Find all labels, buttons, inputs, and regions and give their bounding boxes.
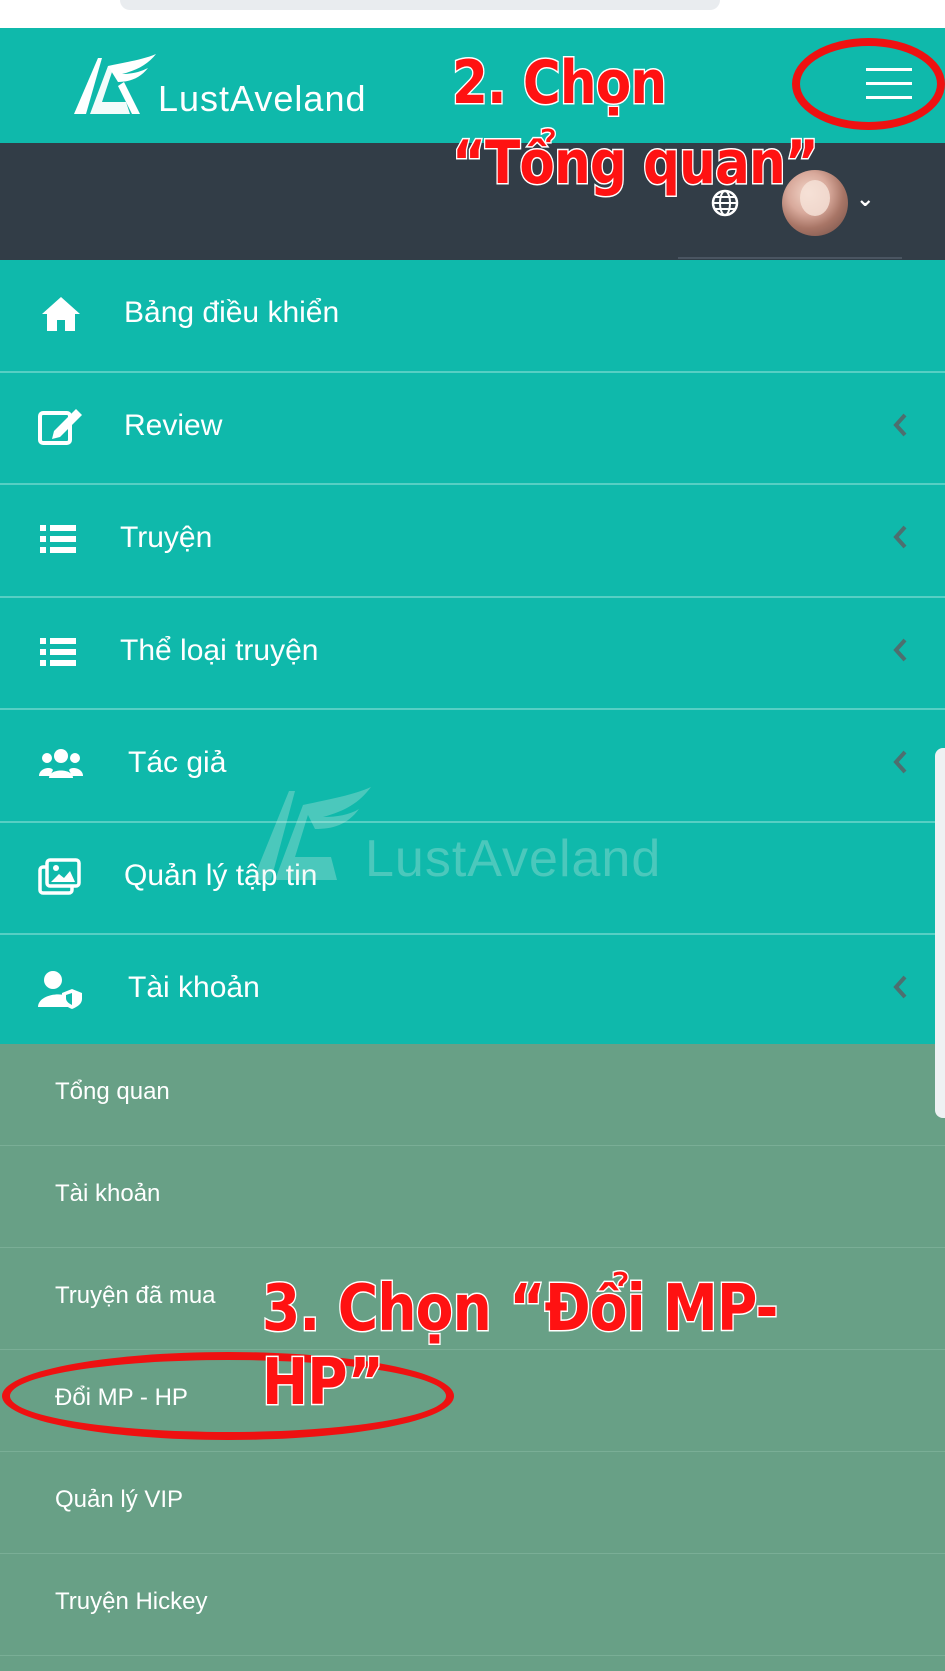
watermark: LustAveland [245,785,705,888]
annotation-step-2: 2. Chọn [451,47,669,120]
sidebar-item-label: Tài khoản [128,971,260,1004]
site-logo[interactable]: LustAveland [68,52,398,122]
sidebar-item-review[interactable]: Review [0,372,945,485]
chevron-left-icon [893,750,907,774]
chevron-down-icon[interactable]: ⌄ [856,186,874,212]
home-icon [42,297,80,331]
submenu-item-label: Truyện đã mua [55,1282,216,1309]
browser-toolbar [0,0,945,28]
submenu-item-vip[interactable]: Quản lý VIP [0,1452,945,1554]
scrollbar[interactable] [935,748,945,1118]
brand-name: LustAveland [158,78,367,119]
chevron-left-icon [893,525,907,549]
user-shield-icon [38,971,82,1009]
divider [678,257,902,259]
sidebar-item-dashboard[interactable]: Bảng điều khiển [0,260,945,373]
sidebar-item-account[interactable]: Tài khoản [0,935,945,1048]
submenu-item-label: Truyện Hickey [55,1588,208,1615]
list-icon [40,525,76,553]
sidebar-item-label: Thể loại truyện [120,633,319,667]
submenu-item-account[interactable]: Tài khoản [0,1146,945,1248]
logo-mark-icon [253,787,371,880]
sidebar-item-label: Review [124,408,223,442]
chevron-left-icon [893,638,907,661]
highlight-ring [792,38,945,130]
watermark-text: LustAveland [365,830,662,888]
submenu-item-hickey-stories[interactable]: Truyện Hickey [0,1554,945,1656]
sidebar-item-label: Truyện [120,521,213,554]
images-icon [38,857,81,895]
sidebar-item-genres[interactable]: Thể loại truyện [0,597,945,710]
annotation-step-3: 3. Chọn “Đổi MP-HP” [261,1271,780,1422]
address-bar[interactable] [120,0,720,10]
chevron-left-icon [893,413,907,436]
submenu-item-label: Quản lý VIP [55,1486,184,1513]
sidebar-item-stories[interactable]: Truyện [0,485,945,598]
sidebar-item-label: Tác giả [128,746,227,779]
sidebar-menu: Bảng điều khiển Review Truyện Thể loại t… [0,260,945,1048]
users-icon [39,749,83,778]
edit-icon [38,408,82,445]
submenu-item-label: Tài khoản [55,1180,161,1207]
sidebar-item-label: Bảng điều khiển [124,296,340,329]
submenu-item-overview[interactable]: Tổng quan [0,1044,945,1146]
list-icon [40,637,76,666]
submenu-item-label: Tổng quan [55,1078,170,1105]
logo-mark-icon [74,54,156,114]
chevron-left-icon [893,975,907,999]
annotation-step-2-target: “Tổng quan” [451,127,820,200]
